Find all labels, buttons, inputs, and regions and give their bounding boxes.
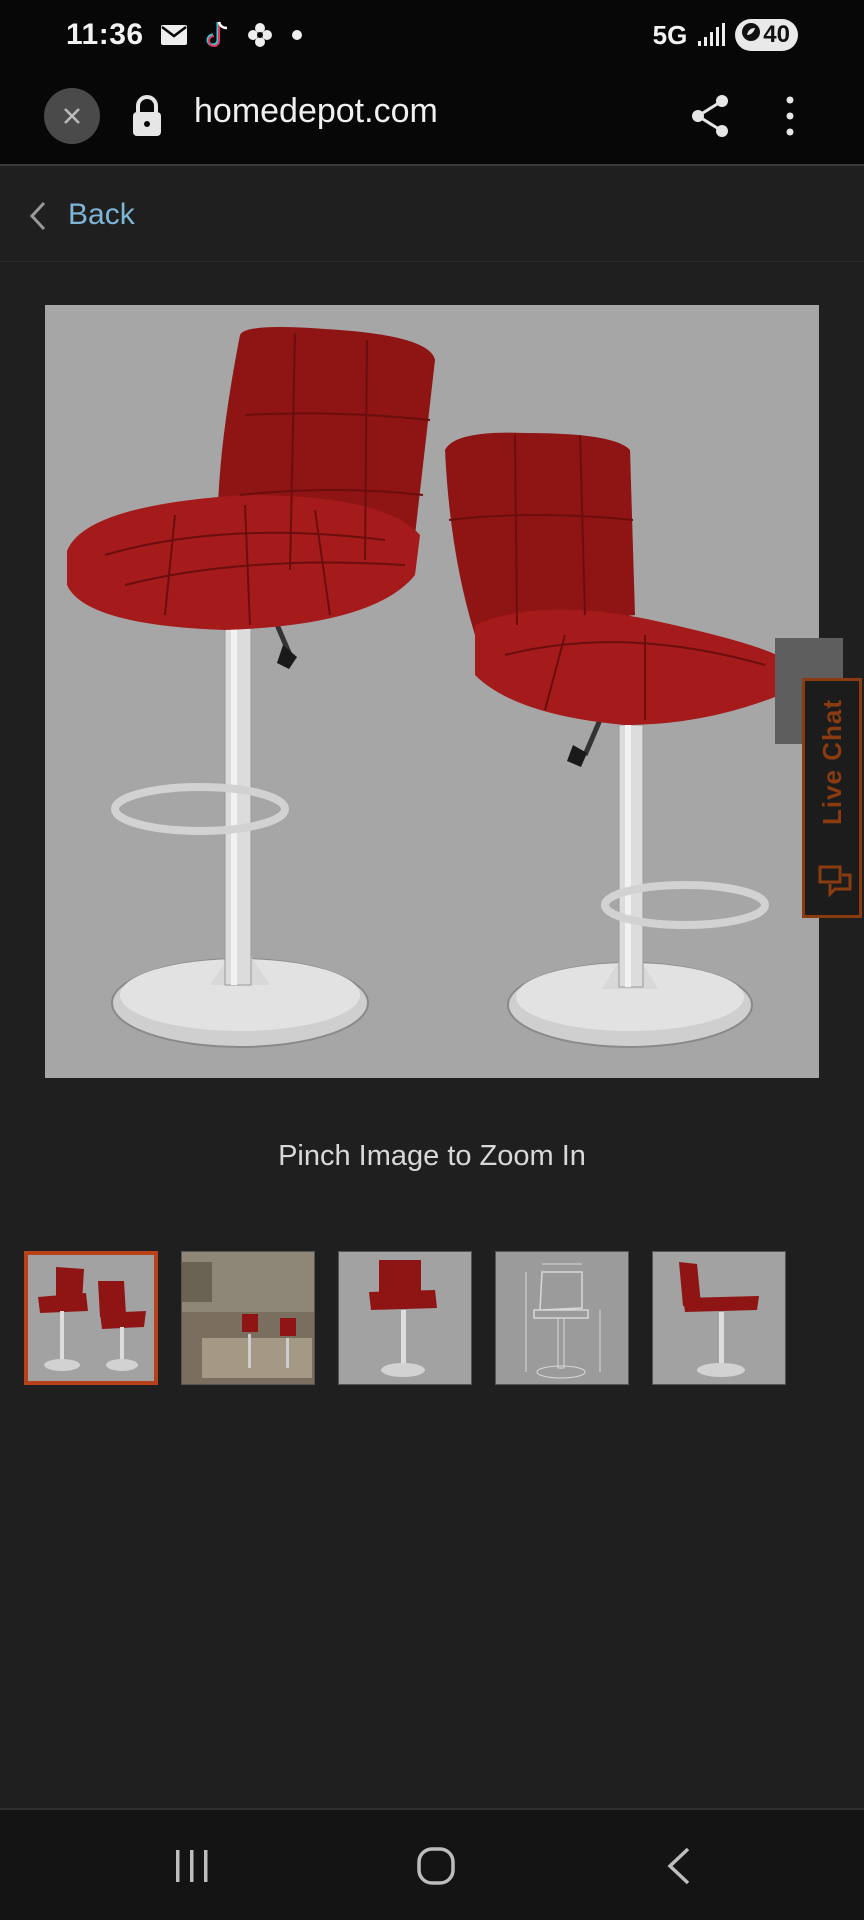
status-left: 11:36 [66, 18, 304, 52]
chevron-left-icon [26, 200, 48, 237]
battery-indicator: 40 [735, 19, 798, 51]
live-chat-label: Live Chat [816, 699, 847, 826]
browser-toolbar: homedepot.com [0, 70, 864, 166]
signal-icon [697, 23, 726, 47]
thumb-stool-side [653, 1252, 785, 1384]
close-icon [64, 108, 80, 124]
thumb-two-stools [28, 1255, 154, 1381]
thumbnail-3[interactable] [338, 1251, 472, 1385]
chat-bubbles-icon [817, 864, 853, 905]
tiktok-icon [204, 20, 230, 50]
status-bar: 11:36 5G 40 [0, 0, 864, 70]
more-vert-icon[interactable] [780, 92, 800, 145]
zoom-hint: Pinch Image to Zoom In [278, 1140, 586, 1172]
thumb-kitchen-stools [182, 1252, 314, 1384]
thumbnail-4[interactable] [495, 1251, 629, 1385]
thumbnail-5[interactable] [652, 1251, 786, 1385]
close-tab-button[interactable] [44, 88, 100, 144]
url-text[interactable]: homedepot.com [194, 92, 438, 131]
barstools-illustration [67, 327, 790, 1048]
thumbnail-2[interactable] [181, 1251, 315, 1385]
home-icon[interactable] [416, 1846, 456, 1891]
mail-icon [160, 24, 188, 46]
battery-saver-icon [741, 21, 761, 49]
share-icon[interactable] [688, 92, 732, 145]
lock-icon[interactable] [130, 94, 164, 143]
barstool-left [67, 327, 435, 1048]
pinwheel-icon [246, 21, 274, 49]
status-time: 11:36 [66, 18, 144, 51]
dot-icon [290, 28, 304, 42]
barstool-right [445, 432, 790, 1048]
network-type: 5G [652, 19, 688, 50]
back-link[interactable]: Back [0, 168, 864, 262]
thumbnail-strip [24, 1251, 786, 1385]
back-label[interactable]: Back [68, 198, 135, 232]
status-right: 5G 40 [653, 19, 798, 51]
thumbnail-1[interactable] [24, 1251, 158, 1385]
system-nav-bar [0, 1808, 864, 1920]
thumb-single-stool [339, 1252, 471, 1384]
recents-icon[interactable] [172, 1848, 212, 1889]
live-chat-button[interactable]: Live Chat [802, 678, 862, 918]
back-nav-icon[interactable] [664, 1846, 694, 1891]
product-image[interactable] [45, 305, 819, 1078]
battery-level: 40 [763, 21, 790, 48]
thumb-dimension-diagram [496, 1252, 628, 1384]
